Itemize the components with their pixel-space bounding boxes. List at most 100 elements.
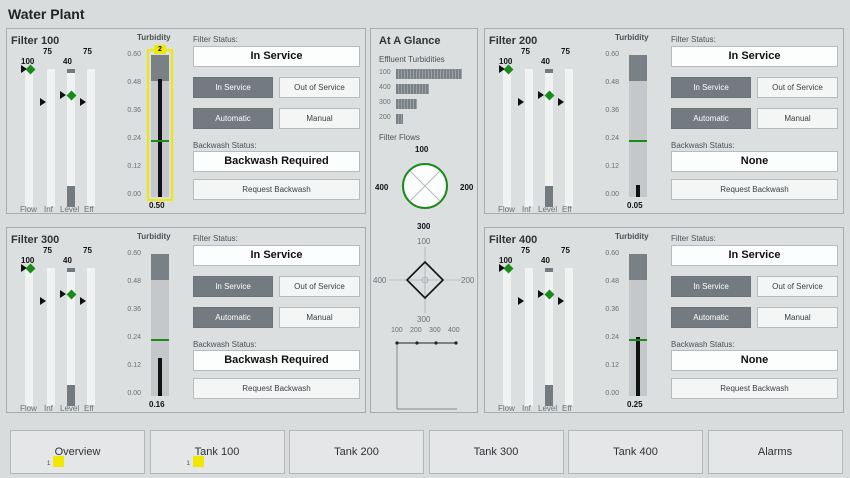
filter-flows-label: Filter Flows [379,133,420,142]
turbidity-label: Turbidity [615,33,649,42]
turbidity-axis-tick: 0.36 [127,107,141,114]
effluent-bar-label: 200 [379,114,391,121]
wheel-right-label: 200 [460,183,474,192]
in-service-button[interactable]: In Service [671,276,751,297]
out-of-service-button[interactable]: Out of Service [279,276,360,297]
request-backwash-button[interactable]: Request Backwash [193,378,360,399]
eff-label: Eff [84,404,94,413]
filter-status-display: In Service [193,46,360,67]
turbidity-axis-tick: 0.48 [127,278,141,285]
radar-chart [389,247,461,313]
manual-button[interactable]: Manual [757,307,838,328]
level-fill [67,186,75,207]
inf-marker-icon [518,98,524,106]
turbidity-level [636,336,640,396]
bar-track [503,69,511,207]
nav-tank-400-button[interactable]: Tank 400 [568,430,703,474]
manual-button[interactable]: Manual [279,108,360,129]
bar-track [525,268,533,406]
nav-label: Tank 200 [334,446,379,458]
trend-tick-label: 200 [410,327,422,334]
level-fill [545,385,553,406]
filter-status-display: In Service [671,46,838,67]
turbidity-axis-tick: 0.60 [127,51,141,58]
filter-title: Filter 300 [11,234,60,246]
inf-marker-icon [40,98,46,106]
eff-value: 75 [561,47,570,56]
level-cap [545,69,553,73]
turbidity-axis-tick: 0.24 [605,135,619,142]
bar-track [565,268,573,406]
inf-label: Inf [44,404,53,413]
nav-tank-100-button[interactable]: Tank 100 1 [149,430,285,474]
turbidity-axis-tick: 0.24 [127,135,141,142]
turbidity-axis-tick: 0.36 [605,306,619,313]
filter-title: Filter 200 [489,35,538,47]
turbidity-axis-tick: 0.12 [127,362,141,369]
filter-status-label: Filter Status: [671,234,716,243]
turbidity-axis-tick: 0.00 [127,191,141,198]
level-label: Level [538,205,558,214]
turbidity-value: 0.25 [627,400,643,409]
automatic-button[interactable]: Automatic [193,108,273,129]
turbidity-axis-tick: 0.36 [605,107,619,114]
bar-track [87,268,95,406]
turbidity-setpoint [629,140,647,143]
filter-status-label: Filter Status: [193,35,238,44]
eff-label: Eff [562,205,572,214]
level-cap [545,268,553,272]
out-of-service-button[interactable]: Out of Service [757,77,838,98]
automatic-button[interactable]: Automatic [193,307,273,328]
filter-status-display: In Service [671,245,838,266]
bar-track [25,69,33,207]
turbidity-axis-tick: 0.12 [127,163,141,170]
effluent-bar [396,69,462,79]
level-fill [545,186,553,207]
eff-marker-icon [80,98,86,106]
effluent-bar [396,114,403,124]
turbidity-axis-tick: 0.36 [127,306,141,313]
turbidity-axis-tick: 0.12 [605,362,619,369]
automatic-button[interactable]: Automatic [671,307,751,328]
turbidity-setpoint [629,339,647,342]
out-of-service-button[interactable]: Out of Service [757,276,838,297]
request-backwash-button[interactable]: Request Backwash [671,179,838,200]
inf-value: 75 [43,47,52,56]
request-backwash-button[interactable]: Request Backwash [193,179,360,200]
in-service-button[interactable]: In Service [671,77,751,98]
backwash-status-display: Backwash Required [193,350,360,371]
turbidity-level [158,358,162,396]
inf-label: Inf [522,404,531,413]
nav-tank-200-button[interactable]: Tank 200 [289,430,424,474]
automatic-button[interactable]: Automatic [671,108,751,129]
effluent-label: Effluent Turbidities [379,55,445,64]
effluent-bar [396,99,418,109]
manual-button[interactable]: Manual [279,307,360,328]
nav-tank-300-button[interactable]: Tank 300 [428,430,564,474]
backwash-status-label: Backwash Status: [671,340,735,349]
manual-button[interactable]: Manual [757,108,838,129]
wheel-left-label: 400 [375,183,389,192]
eff-value: 75 [561,246,570,255]
turbidity-axis-tick: 0.48 [605,278,619,285]
turbidity-level [636,185,640,197]
in-service-button[interactable]: In Service [193,276,273,297]
backwash-status-display: None [671,350,838,371]
inf-marker-icon [518,297,524,305]
out-of-service-button[interactable]: Out of Service [279,77,360,98]
level-label: Level [60,205,80,214]
in-service-button[interactable]: In Service [193,77,273,98]
nav-label: Tank 400 [613,446,658,458]
nav-overview-button[interactable]: Overview 1 [10,430,145,474]
bar-track [47,268,55,406]
request-backwash-button[interactable]: Request Backwash [671,378,838,399]
eff-value: 75 [83,246,92,255]
level-value: 40 [541,57,550,66]
turbidity-axis-tick: 0.48 [127,79,141,86]
turbidity-setpoint [151,339,169,342]
backwash-status-display: Backwash Required [193,151,360,172]
filter-panel: Filter 100 100 75 40 75 Flow Inf Level Eff Turbid… [6,28,366,214]
trend-tick-label: 300 [429,327,441,334]
wheel-bottom-label: 300 [417,222,431,231]
nav-alarms-button[interactable]: Alarms [707,430,843,474]
